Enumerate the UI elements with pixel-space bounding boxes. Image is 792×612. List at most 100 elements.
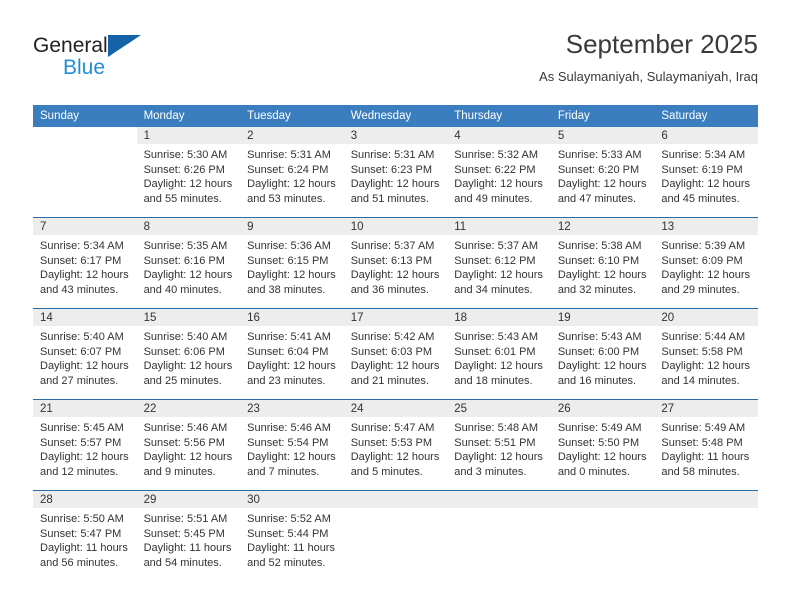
daylight-text-line1: Daylight: 12 hours [454, 451, 543, 464]
sunrise-text: Sunrise: 5:43 AM [557, 331, 642, 343]
daylight-text-line2: and 21 minutes. [350, 374, 429, 387]
day-details: Sunrise: 5:43 AM Sunset: 6:00 PM Daylight:… [551, 326, 655, 388]
calendar-day-cell[interactable]: 11 Sunrise: 5:37 AM Sunset: 6:12 PM Dayligh… [447, 217, 551, 309]
calendar-day-cell[interactable] [550, 490, 655, 581]
calendar-day-cell[interactable] [654, 490, 758, 581]
calendar-day-cell[interactable]: 6 Sunrise: 5:34 AM Sunset: 6:19 PM Daylight… [654, 127, 758, 218]
sunset-text: Sunset: 6:24 PM [247, 163, 329, 176]
calendar-day-cell[interactable]: 18 Sunrise: 5:43 AM Sunset: 6:01 PM Dayligh… [447, 308, 551, 400]
logo-triangle-icon [107, 35, 141, 57]
calendar-day-cell[interactable]: 28 Sunrise: 5:50 AM Sunset: 5:47 PM Dayligh… [33, 490, 137, 581]
calendar-day-cell[interactable]: 16 Sunrise: 5:41 AM Sunset: 6:04 PM Dayligh… [240, 308, 344, 400]
day-number [343, 491, 448, 508]
calendar-day-cell[interactable]: 7 Sunrise: 5:34 AM Sunset: 6:17 PM Daylight… [33, 217, 137, 309]
daylight-text-line1: Daylight: 11 hours [247, 542, 335, 555]
sunset-text: Sunset: 5:51 PM [454, 436, 536, 449]
day-details: Sunrise: 5:51 AM Sunset: 5:45 PM Daylight:… [137, 508, 241, 570]
daylight-text-line1: Daylight: 12 hours [557, 178, 647, 191]
daylight-text-line1: Daylight: 11 hours [143, 542, 232, 555]
daylight-text-line1: Daylight: 12 hours [40, 451, 129, 464]
day-details: Sunrise: 5:52 AM Sunset: 5:44 PM Daylight:… [240, 508, 344, 570]
calendar-day-cell[interactable]: 29 Sunrise: 5:51 AM Sunset: 5:45 PM Dayligh… [136, 490, 241, 581]
daylight-text-line1: Daylight: 12 hours [661, 360, 751, 373]
day-details: Sunrise: 5:35 AM Sunset: 6:16 PM Daylight:… [137, 235, 241, 297]
calendar-day-cell[interactable]: 13 Sunrise: 5:39 AM Sunset: 6:09 PM Dayligh… [654, 217, 758, 309]
calendar-day-cell[interactable]: 1 Sunrise: 5:30 AM Sunset: 6:26 PM Daylight… [136, 127, 241, 218]
calendar-day-cell[interactable] [447, 490, 551, 581]
calendar-day-cell[interactable]: 27 Sunrise: 5:49 AM Sunset: 5:48 PM Dayligh… [654, 399, 758, 491]
daylight-text-line2: and 16 minutes. [557, 374, 637, 387]
daylight-text-line2: and 18 minutes. [454, 374, 533, 387]
weekday-header-tuesday: Tuesday [240, 105, 344, 127]
day-cell-inner: 2 Sunrise: 5:31 AM Sunset: 6:24 PM Daylight… [240, 127, 344, 217]
day-number: 7 [33, 218, 137, 235]
daylight-text-line1: Daylight: 12 hours [350, 178, 440, 191]
calendar-day-cell[interactable]: 3 Sunrise: 5:31 AM Sunset: 6:23 PM Daylight… [343, 127, 448, 218]
calendar-day-cell[interactable]: 24 Sunrise: 5:47 AM Sunset: 5:53 PM Dayligh… [343, 399, 448, 491]
daylight-text-line1: Daylight: 12 hours [40, 360, 129, 373]
calendar-day-cell[interactable]: 19 Sunrise: 5:43 AM Sunset: 6:00 PM Dayligh… [550, 308, 655, 400]
sunset-text: Sunset: 6:16 PM [143, 254, 225, 267]
calendar-day-cell[interactable]: 17 Sunrise: 5:42 AM Sunset: 6:03 PM Dayligh… [343, 308, 448, 400]
calendar-day-cell[interactable]: 9 Sunrise: 5:36 AM Sunset: 6:15 PM Daylight… [240, 217, 344, 309]
calendar-day-cell[interactable]: 15 Sunrise: 5:40 AM Sunset: 6:06 PM Dayligh… [136, 308, 241, 400]
sunrise-text: Sunrise: 5:31 AM [247, 149, 331, 161]
day-details: Sunrise: 5:47 AM Sunset: 5:53 PM Daylight:… [344, 417, 448, 479]
calendar-body: 1 Sunrise: 5:30 AM Sunset: 6:26 PM Daylight… [33, 127, 758, 581]
day-number [33, 127, 137, 144]
day-details: Sunrise: 5:49 AM Sunset: 5:48 PM Daylight:… [654, 417, 758, 479]
calendar-day-cell[interactable]: 2 Sunrise: 5:31 AM Sunset: 6:24 PM Daylight… [240, 127, 344, 218]
daylight-text-line2: and 58 minutes. [661, 465, 740, 478]
day-number: 4 [447, 127, 551, 144]
day-cell-inner [654, 491, 758, 581]
day-cell-inner [343, 491, 448, 581]
calendar-day-cell[interactable]: 8 Sunrise: 5:35 AM Sunset: 6:16 PM Daylight… [136, 217, 241, 309]
calendar-head: Sunday Monday Tuesday Wednesday Thursday… [33, 105, 758, 127]
calendar-day-cell[interactable]: 30 Sunrise: 5:52 AM Sunset: 5:44 PM Dayligh… [240, 490, 344, 581]
sunrise-text: Sunrise: 5:49 AM [661, 422, 746, 434]
day-cell-inner: 21 Sunrise: 5:45 AM Sunset: 5:57 PM Dayligh… [33, 400, 137, 490]
daylight-text-line1: Daylight: 12 hours [454, 269, 543, 282]
day-details: Sunrise: 5:41 AM Sunset: 6:04 PM Daylight:… [240, 326, 344, 388]
day-details [551, 508, 655, 512]
calendar-day-cell[interactable] [33, 127, 137, 218]
day-details: Sunrise: 5:49 AM Sunset: 5:50 PM Daylight:… [551, 417, 655, 479]
day-details: Sunrise: 5:37 AM Sunset: 6:13 PM Daylight:… [344, 235, 448, 297]
calendar-day-cell[interactable]: 20 Sunrise: 5:44 AM Sunset: 5:58 PM Dayligh… [654, 308, 758, 400]
calendar-day-cell[interactable]: 26 Sunrise: 5:49 AM Sunset: 5:50 PM Dayligh… [550, 399, 655, 491]
general-blue-logo: General Blue [33, 34, 213, 90]
page-subtitle: As Sulaymaniyah, Sulaymaniyah, Iraq [539, 69, 758, 84]
calendar-day-cell[interactable] [343, 490, 448, 581]
sunset-text: Sunset: 6:17 PM [40, 254, 122, 267]
calendar-day-cell[interactable]: 25 Sunrise: 5:48 AM Sunset: 5:51 PM Dayligh… [447, 399, 551, 491]
day-number: 25 [447, 400, 551, 417]
daylight-text-line1: Daylight: 12 hours [143, 451, 233, 464]
sunrise-text: Sunrise: 5:36 AM [247, 240, 331, 252]
calendar-day-cell[interactable]: 14 Sunrise: 5:40 AM Sunset: 6:07 PM Dayligh… [33, 308, 137, 400]
day-cell-inner: 7 Sunrise: 5:34 AM Sunset: 6:17 PM Daylight… [33, 218, 137, 308]
calendar-day-cell[interactable]: 21 Sunrise: 5:45 AM Sunset: 5:57 PM Dayligh… [33, 399, 137, 491]
day-cell-inner: 19 Sunrise: 5:43 AM Sunset: 6:00 PM Dayligh… [550, 309, 655, 399]
day-details: Sunrise: 5:34 AM Sunset: 6:19 PM Daylight:… [654, 144, 758, 206]
day-cell-inner: 3 Sunrise: 5:31 AM Sunset: 6:23 PM Daylight… [343, 127, 448, 217]
calendar-day-cell[interactable]: 23 Sunrise: 5:46 AM Sunset: 5:54 PM Dayligh… [240, 399, 344, 491]
daylight-text-line2: and 43 minutes. [40, 283, 119, 296]
daylight-text-line1: Daylight: 12 hours [661, 269, 751, 282]
daylight-text-line2: and 45 minutes. [661, 192, 740, 205]
day-details: Sunrise: 5:30 AM Sunset: 6:26 PM Daylight:… [137, 144, 241, 206]
daylight-text-line1: Daylight: 11 hours [661, 451, 750, 464]
day-details [33, 144, 137, 148]
daylight-text-line2: and 14 minutes. [661, 374, 740, 387]
sunset-text: Sunset: 6:07 PM [40, 345, 122, 358]
daylight-text-line2: and 5 minutes. [350, 465, 423, 478]
calendar-week-row: 21 Sunrise: 5:45 AM Sunset: 5:57 PM Dayligh… [33, 399, 758, 491]
calendar-day-cell[interactable]: 12 Sunrise: 5:38 AM Sunset: 6:10 PM Dayligh… [550, 217, 655, 309]
calendar-day-cell[interactable]: 4 Sunrise: 5:32 AM Sunset: 6:22 PM Daylight… [447, 127, 551, 218]
calendar-day-cell[interactable]: 10 Sunrise: 5:37 AM Sunset: 6:13 PM Dayligh… [343, 217, 448, 309]
daylight-text-line2: and 56 minutes. [40, 556, 119, 569]
sunrise-text: Sunrise: 5:44 AM [661, 331, 746, 343]
daylight-text-line2: and 27 minutes. [40, 374, 119, 387]
calendar-day-cell[interactable]: 5 Sunrise: 5:33 AM Sunset: 6:20 PM Daylight… [550, 127, 655, 218]
calendar-day-cell[interactable]: 22 Sunrise: 5:46 AM Sunset: 5:56 PM Dayligh… [136, 399, 241, 491]
sunrise-text: Sunrise: 5:34 AM [40, 240, 124, 252]
